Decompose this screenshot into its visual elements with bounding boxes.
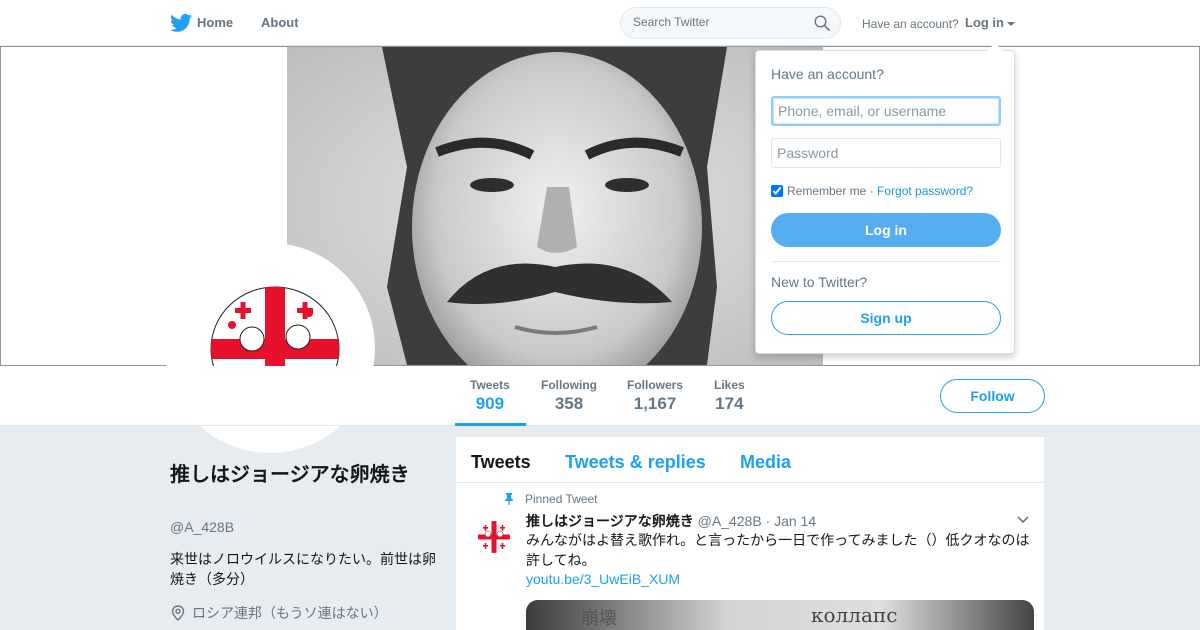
- pinned-tweet-label: Pinned Tweet: [525, 492, 598, 506]
- tab-media[interactable]: Media: [740, 452, 791, 473]
- caret-down-icon[interactable]: [1007, 21, 1015, 26]
- stat-value: 174: [715, 394, 744, 413]
- active-stat-underline: [455, 423, 526, 426]
- tweet-avatar[interactable]: [476, 519, 512, 555]
- twitter-bird-icon[interactable]: [170, 13, 192, 33]
- password-input[interactable]: [771, 138, 1001, 168]
- profile-handle[interactable]: @A_428B: [170, 519, 234, 535]
- stat-label: Followers: [627, 378, 684, 392]
- pin-icon: [505, 493, 513, 505]
- stat-value: 909: [475, 394, 505, 413]
- media-text-left: 崩壊: [581, 608, 617, 629]
- profile-name: 推しはジョージアな卵焼き: [170, 464, 410, 486]
- georgia-flag-ball-icon: [478, 521, 510, 553]
- login-dropdown: Have an account? Remember me · Forgot pa…: [755, 43, 1015, 354]
- media-text-right: коллапс: [811, 603, 897, 627]
- location-pin-icon: [171, 605, 185, 621]
- follow-button[interactable]: Follow: [940, 379, 1045, 413]
- stat-following[interactable]: Following 358: [541, 378, 597, 414]
- stat-value: 358: [554, 394, 584, 413]
- nav-about-link[interactable]: About: [261, 15, 299, 30]
- separator: ·: [866, 184, 878, 198]
- stat-tweets[interactable]: Tweets 909: [470, 378, 510, 414]
- search-icon[interactable]: [814, 15, 830, 31]
- media-thumbnail: 崩壊 коллапс: [526, 600, 1034, 630]
- remember-me-label[interactable]: Remember me: [787, 184, 866, 198]
- signup-button[interactable]: Sign up: [771, 301, 1001, 335]
- stat-value: 1,167: [633, 394, 677, 413]
- profile-bio: 来世はノロウイルスになりたい。前世は卵焼き（多分）: [170, 551, 436, 587]
- forgot-password-link[interactable]: Forgot password?: [877, 184, 973, 198]
- stat-label: Likes: [714, 378, 745, 392]
- timeline: Tweets Tweets & replies Media Pinned Twe…: [456, 437, 1044, 630]
- location-text: ロシア連邦（もうソ連はない）: [192, 605, 388, 621]
- tweet-text: みんながはよ替え歌作れ。と言ったから一日で作ってみました（）低クオなのは許してね…: [526, 532, 1030, 568]
- timeline-tabs: Tweets Tweets & replies Media: [456, 437, 1044, 483]
- search-input[interactable]: [633, 15, 813, 29]
- profile-location: ロシア連邦（もうソ連はない）: [170, 603, 388, 623]
- profile-stats-bar: Tweets 909 Following 358 Followers 1,167…: [0, 366, 1200, 426]
- login-dropdown-toggle[interactable]: Log in: [965, 15, 1015, 30]
- new-to-twitter-text: New to Twitter?: [771, 274, 868, 290]
- username-input[interactable]: [771, 96, 1001, 126]
- login-toggle-label[interactable]: Log in: [965, 15, 1004, 30]
- stat-label: Following: [541, 378, 597, 392]
- nav-home-link[interactable]: Home: [197, 15, 233, 30]
- dropdown-title: Have an account?: [771, 66, 884, 82]
- tab-tweets-and-replies[interactable]: Tweets & replies: [565, 452, 706, 473]
- tweet-author-name[interactable]: 推しはジョージアな卵焼き: [526, 513, 694, 529]
- tweet-meta[interactable]: @A_428B · Jan 14: [698, 513, 817, 529]
- divider: [771, 261, 1001, 262]
- remember-row: Remember me · Forgot password?: [771, 184, 973, 198]
- tweet-options-chevron-icon[interactable]: [1017, 516, 1029, 524]
- tweet-header: 推しはジョージアな卵焼き @A_428B · Jan 14: [526, 511, 816, 531]
- remember-me-checkbox[interactable]: [771, 185, 783, 197]
- have-account-text: Have an account?: [862, 17, 959, 31]
- tab-tweets[interactable]: Tweets: [471, 452, 531, 473]
- stat-followers[interactable]: Followers 1,167: [627, 378, 683, 414]
- tweet-link[interactable]: youtu.be/3_UwEiB_XUM: [526, 571, 680, 587]
- search-box: [620, 7, 841, 39]
- stat-label: Tweets: [470, 378, 510, 392]
- login-button[interactable]: Log in: [771, 213, 1001, 247]
- stat-likes[interactable]: Likes 174: [714, 378, 745, 414]
- tweet-media-card[interactable]: 崩壊 коллапс: [526, 600, 1034, 630]
- dropdown-arrow: [987, 43, 1003, 51]
- top-navigation: Home About Have an account? Log in: [0, 0, 1200, 46]
